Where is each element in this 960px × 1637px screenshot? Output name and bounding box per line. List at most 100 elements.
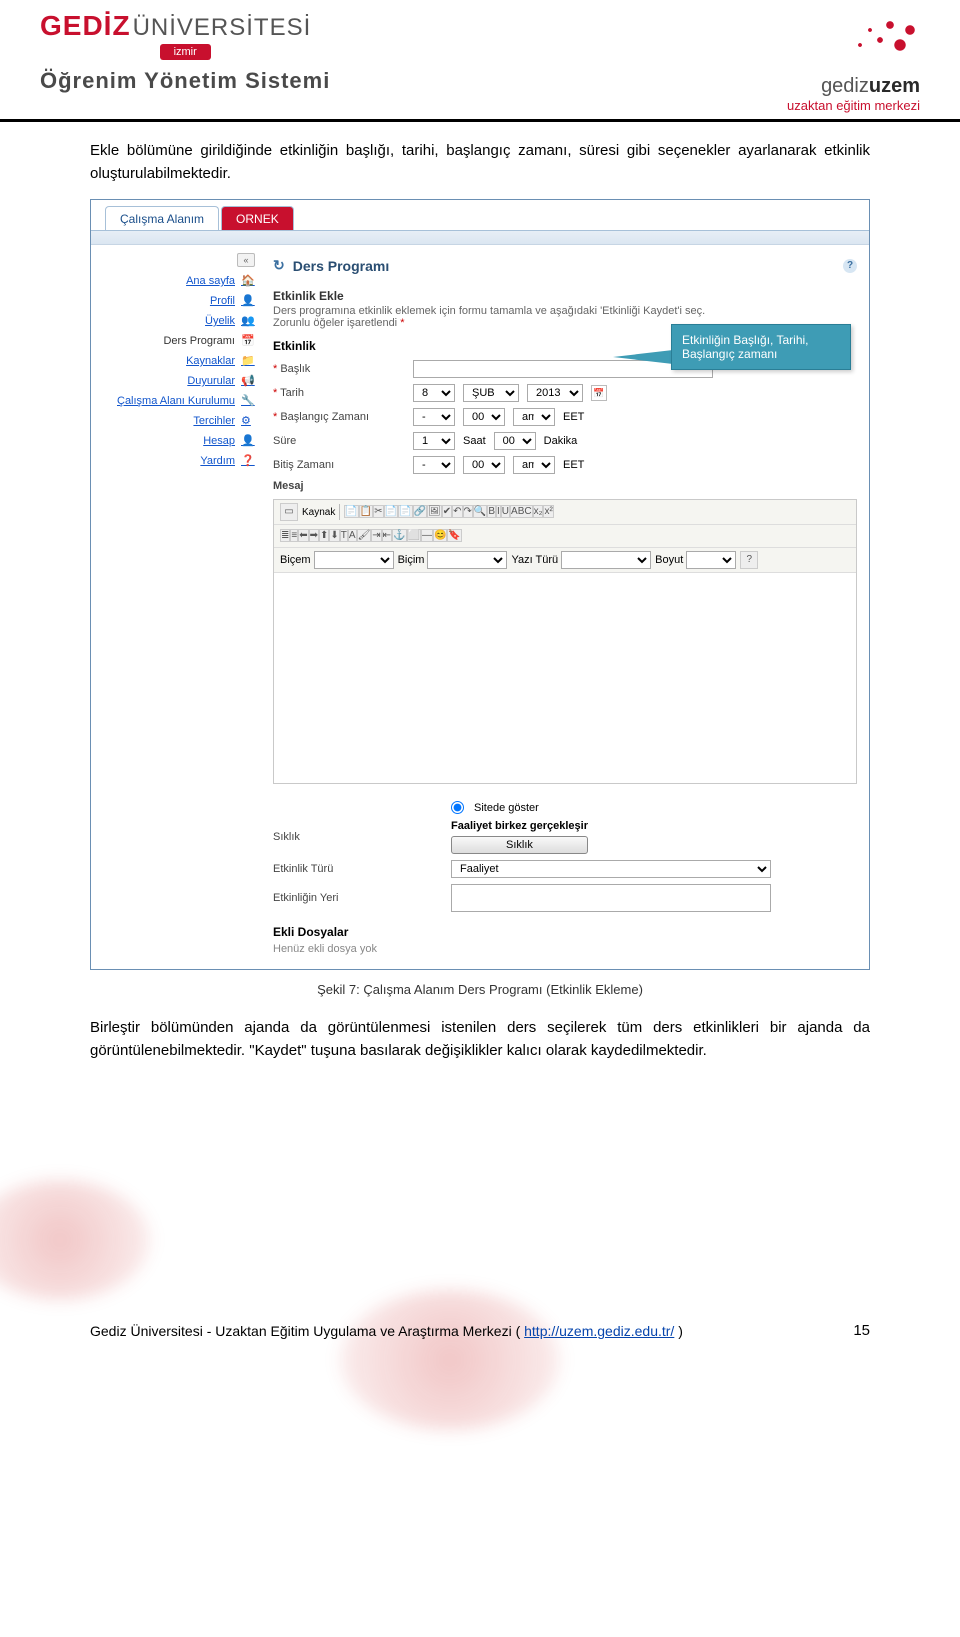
editor-source-button[interactable]: ▭ bbox=[280, 503, 298, 521]
sure-min-select[interactable]: 00 bbox=[494, 432, 536, 450]
sidebar-item-label: Yardım bbox=[200, 455, 235, 467]
editor-r1-btn-16[interactable]: x² bbox=[543, 505, 553, 518]
footer-link[interactable]: http://uzem.gediz.edu.tr/ bbox=[524, 1323, 674, 1339]
tarih-year-select[interactable]: 2013 bbox=[527, 384, 583, 402]
sidebar-item-5[interactable]: Duyurular📢 bbox=[101, 371, 255, 391]
editor-yazi-select[interactable] bbox=[561, 551, 651, 569]
editor-r1-btn-6[interactable]: 🖼 bbox=[427, 505, 442, 518]
sidebar-item-8[interactable]: Hesap👤 bbox=[101, 431, 255, 451]
calendar-icon[interactable]: 📅 bbox=[591, 385, 607, 401]
editor-body[interactable] bbox=[274, 573, 856, 783]
etkinlik-turu-select[interactable]: Faaliyet bbox=[451, 860, 771, 878]
editor-bicem-select[interactable] bbox=[314, 551, 394, 569]
editor-r2-btn-9[interactable]: ⇥ bbox=[371, 529, 381, 542]
editor-yazi-label: Yazı Türü bbox=[511, 554, 558, 566]
logo-izmir-badge: izmir bbox=[160, 44, 211, 60]
editor-bicim-select[interactable] bbox=[427, 551, 507, 569]
logo-system-name: Öğrenim Yönetim Sistemi bbox=[40, 68, 330, 94]
sidebar-collapse-icon[interactable]: « bbox=[237, 253, 255, 267]
sidebar-item-9[interactable]: Yardım ❓ bbox=[101, 451, 255, 471]
callout-box: Etkinliğin Başlığı, Tarihi, Başlangıç za… bbox=[671, 324, 851, 370]
tarih-day-select[interactable]: 8 bbox=[413, 384, 455, 402]
sidebar-item-6[interactable]: Çalışma Alanı Kurulumu🔧 bbox=[101, 391, 255, 411]
uzem-dots-icon bbox=[830, 20, 920, 70]
sidebar-item-label: Ders Programı bbox=[163, 335, 235, 347]
no-files-text: Henüz ekli dosya yok bbox=[273, 943, 857, 955]
editor-r1-btn-0[interactable]: 📄 bbox=[344, 505, 358, 518]
editor-toolbar-1: ▭ Kaynak 📄📋✂📄📄🔗🖼✔↶↷🔍BIUABCx₂x² bbox=[274, 500, 856, 525]
editor-r1-btn-3[interactable]: 📄 bbox=[384, 505, 398, 518]
folder-icon: 📁 bbox=[241, 354, 255, 368]
sure-count-select[interactable]: 1 bbox=[413, 432, 455, 450]
editor-r1-btn-7[interactable]: ✔ bbox=[442, 505, 452, 518]
horn-icon: 📢 bbox=[241, 374, 255, 388]
editor-r1-btn-13[interactable]: U bbox=[501, 505, 510, 518]
editor-r1-btn-10[interactable]: 🔍 bbox=[473, 505, 487, 518]
tarih-month-select[interactable]: ŞUB bbox=[463, 384, 519, 402]
tab-ornek[interactable]: ORNEK bbox=[221, 206, 294, 230]
sure-unit-saat: Saat bbox=[463, 435, 486, 447]
home-icon: 🏠 bbox=[241, 274, 255, 288]
editor-r2-btn-7[interactable]: A bbox=[348, 529, 357, 542]
editor-r2-btn-15[interactable]: 🔖 bbox=[447, 529, 461, 542]
sidebar-item-label: Ana sayfa bbox=[186, 275, 235, 287]
editor-toolbar-2: ≣≡⬅➡⬆⬇TA🖌⇥⇤⚓⬜—😊🔖 bbox=[274, 525, 856, 548]
editor-source-label: Kaynak bbox=[302, 507, 335, 518]
editor-toolbar-3: Biçem Biçim Yazı Türü Boyut ? bbox=[274, 548, 856, 573]
rich-text-editor: ▭ Kaynak 📄📋✂📄📄🔗🖼✔↶↷🔍BIUABCx₂x² ≣≡⬅➡⬆⬇TA🖌… bbox=[273, 499, 857, 784]
tab-workspace[interactable]: Çalışma Alanım bbox=[105, 206, 219, 230]
callout-line1: Etkinliğin Başlığı, Tarihi, bbox=[682, 333, 840, 347]
editor-r1-btn-15[interactable]: x₂ bbox=[533, 505, 544, 518]
editor-r2-btn-6[interactable]: T bbox=[340, 529, 348, 542]
label-siklik: Sıklık bbox=[273, 831, 441, 843]
editor-help-icon[interactable]: ? bbox=[740, 551, 758, 569]
editor-r2-btn-14[interactable]: 😊 bbox=[433, 529, 447, 542]
main-title: ↻ Ders Programı ? bbox=[273, 253, 857, 279]
bitis-ampm-select[interactable]: am bbox=[513, 456, 555, 474]
editor-r1-btn-11[interactable]: B bbox=[487, 505, 496, 518]
editor-r2-btn-2[interactable]: ⬅ bbox=[298, 529, 308, 542]
editor-r1-btn-2[interactable]: ✂ bbox=[373, 505, 383, 518]
sidebar-item-2[interactable]: Üyelik👥 bbox=[101, 311, 255, 331]
editor-r2-btn-8[interactable]: 🖌 bbox=[357, 529, 372, 542]
baslangic-ampm-select[interactable]: am bbox=[513, 408, 555, 426]
editor-boyut-select[interactable] bbox=[686, 551, 736, 569]
baslangic-tz: EET bbox=[563, 411, 584, 423]
editor-r2-btn-10[interactable]: ⇤ bbox=[382, 529, 392, 542]
sure-unit-dakika: Dakika bbox=[544, 435, 578, 447]
editor-r2-btn-12[interactable]: ⬜ bbox=[407, 529, 421, 542]
siklik-button[interactable]: Sıklık bbox=[451, 836, 588, 854]
etkinlik-yeri-textarea[interactable] bbox=[451, 884, 771, 912]
editor-r1-btn-4[interactable]: 📄 bbox=[398, 505, 412, 518]
editor-r2-btn-0[interactable]: ≣ bbox=[280, 529, 290, 542]
baslangic-hour-select[interactable]: - bbox=[413, 408, 455, 426]
row-siklik: Sıklık Faaliyet birkez gerçekleşir Sıklı… bbox=[273, 817, 857, 857]
help-icon[interactable]: ? bbox=[843, 259, 857, 273]
help-icon: ❓ bbox=[241, 454, 255, 468]
bitis-min-select[interactable]: 00 bbox=[463, 456, 505, 474]
editor-r2-btn-4[interactable]: ⬆ bbox=[319, 529, 329, 542]
editor-r1-btn-9[interactable]: ↷ bbox=[463, 505, 473, 518]
baslangic-min-select[interactable]: 00 bbox=[463, 408, 505, 426]
sidebar-item-4[interactable]: Kaynaklar📁 bbox=[101, 351, 255, 371]
editor-r1-btn-1[interactable]: 📋 bbox=[359, 505, 373, 518]
editor-r2-btn-11[interactable]: ⚓ bbox=[392, 529, 406, 542]
page-number: 15 bbox=[853, 1322, 870, 1339]
editor-r2-btn-5[interactable]: ⬇ bbox=[329, 529, 339, 542]
sidebar-item-3: Ders Programı📅 bbox=[101, 331, 255, 351]
show-site-radio[interactable] bbox=[451, 801, 464, 814]
callout-arrow-icon bbox=[613, 350, 673, 364]
label-bitis: Bitiş Zamanı bbox=[273, 459, 405, 471]
sidebar-item-7[interactable]: Tercihler⚙ bbox=[101, 411, 255, 431]
sidebar-item-0[interactable]: Ana sayfa 🏠 bbox=[101, 271, 255, 291]
sidebar-item-1[interactable]: Profil👤 bbox=[101, 291, 255, 311]
app-screenshot: Çalışma Alanım ORNEK « Ana sayfa 🏠 Profil👤… bbox=[90, 199, 870, 970]
editor-r1-btn-5[interactable]: 🔗 bbox=[413, 505, 427, 518]
bitis-hour-select[interactable]: - bbox=[413, 456, 455, 474]
editor-r2-btn-3[interactable]: ➡ bbox=[309, 529, 319, 542]
editor-r1-btn-14[interactable]: ABC bbox=[510, 505, 533, 518]
editor-r2-btn-13[interactable]: — bbox=[421, 529, 433, 542]
refresh-icon: ↻ bbox=[273, 257, 285, 274]
label-mesaj: Mesaj bbox=[273, 480, 405, 492]
editor-r1-btn-8[interactable]: ↶ bbox=[452, 505, 462, 518]
